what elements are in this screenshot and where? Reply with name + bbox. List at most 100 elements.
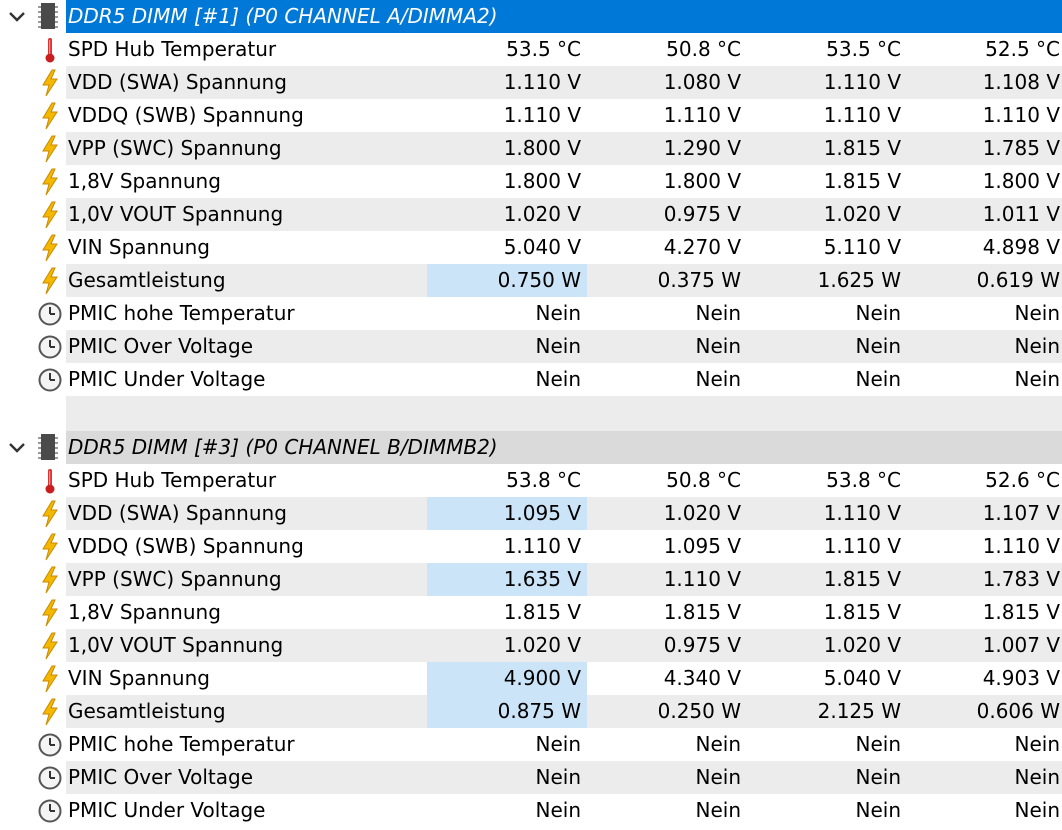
sensor-row[interactable]: PMIC Under Voltage Nein Nein Nein Nein [0,363,1062,396]
lightning-icon [37,267,63,295]
sensor-row[interactable]: VDD (SWA) Spannung 1.110 V 1.080 V 1.110 V 1… [0,66,1062,99]
value-min: 1.815 V [663,600,741,624]
sensor-row[interactable]: VDDQ (SWB) Spannung 1.110 V 1.110 V 1.110 V… [0,99,1062,132]
value-average: 1.785 V [982,136,1060,160]
value-min: 1.095 V [663,534,741,558]
sensor-row[interactable]: SPD Hub Temperatur 53.8 °C 50.8 °C 53.8 °C 5… [0,464,1062,497]
sensor-row[interactable]: 1,0V VOUT Spannung 1.020 V 0.975 V 1.020 V 1… [0,629,1062,662]
thermometer-icon [37,467,63,495]
value-current: 53.5 °C [506,37,581,61]
lightning-icon [37,135,63,163]
sensor-row[interactable]: Gesamtleistung 0.875 W 0.250 W 2.125 W 0.606… [0,695,1062,728]
value-min: 1.020 V [663,501,741,525]
group-separator [0,396,66,431]
lightning-icon [37,698,63,726]
sensor-row[interactable]: VPP (SWC) Spannung 1.635 V 1.110 V 1.815 V 1… [0,563,1062,596]
value-average: 0.619 W [976,268,1060,292]
sensor-label: VIN Spannung [68,666,210,690]
sensor-label: SPD Hub Temperatur [68,37,277,61]
value-average: Nein [1014,334,1061,358]
value-min: Nein [695,334,742,358]
sensor-row[interactable]: PMIC Over Voltage Nein Nein Nein Nein [0,330,1062,363]
sensor-row[interactable]: PMIC hohe Temperatur Nein Nein Nein Nein [0,297,1062,330]
value-min: 1.080 V [663,70,741,94]
group-header[interactable]: DDR5 DIMM [#3] (P0 CHANNEL B/DIMMB2) [0,431,1062,464]
value-min: 0.250 W [657,699,741,723]
sensor-row[interactable]: VPP (SWC) Spannung 1.800 V 1.290 V 1.815 V 1… [0,132,1062,165]
value-average: 1.110 V [982,103,1060,127]
value-current: 53.8 °C [506,468,581,492]
sensor-label: Gesamtleistung [68,699,226,723]
sensor-row[interactable]: VDD (SWA) Spannung 1.095 V 1.020 V 1.110 V 1… [0,497,1062,530]
value-current: Nein [535,732,582,756]
value-average: 0.606 W [976,699,1060,723]
value-current: 1.020 V [503,633,581,657]
thermometer-icon [37,36,63,64]
value-min: 4.340 V [663,666,741,690]
sensor-label: 1,0V VOUT Spannung [68,202,284,226]
value-min: 0.975 V [663,202,741,226]
value-max: 1.110 V [823,534,901,558]
value-max: 5.040 V [823,666,901,690]
value-current: 1.110 V [503,534,581,558]
sensor-label: 1,8V Spannung [68,600,221,624]
value-max: Nein [855,301,902,325]
value-max: 1.815 V [823,136,901,160]
value-current: Nein [535,367,582,391]
chevron-down-icon[interactable] [6,5,28,27]
value-min: Nein [695,798,742,822]
value-max: 53.5 °C [826,37,901,61]
clock-icon [37,333,63,361]
clock-icon [37,731,63,759]
sensor-row[interactable]: VIN Spannung 5.040 V 4.270 V 5.110 V 4.898 V [0,231,1062,264]
sensor-row[interactable]: SPD Hub Temperatur 53.5 °C 50.8 °C 53.5 °C 5… [0,33,1062,66]
value-average: 52.5 °C [985,37,1060,61]
sensor-row[interactable]: PMIC Over Voltage Nein Nein Nein Nein [0,761,1062,794]
value-min: 1.110 V [663,567,741,591]
value-current: 1.110 V [503,70,581,94]
sensor-row[interactable]: PMIC Under Voltage Nein Nein Nein Nein [0,794,1062,827]
sensor-row[interactable]: 1,8V Spannung 1.800 V 1.800 V 1.815 V 1.800 … [0,165,1062,198]
value-max: 1.020 V [823,633,901,657]
group-header[interactable]: DDR5 DIMM [#1] (P0 CHANNEL A/DIMMA2) [0,0,1062,33]
sensor-row[interactable]: VDDQ (SWB) Spannung 1.110 V 1.095 V 1.110 V… [0,530,1062,563]
value-max: Nein [855,765,902,789]
value-min: 0.975 V [663,633,741,657]
sensor-label: PMIC Over Voltage [68,765,254,789]
value-max: Nein [855,334,902,358]
sensor-row[interactable]: 1,0V VOUT Spannung 1.020 V 0.975 V 1.020 V 1… [0,198,1062,231]
group-title: DDR5 DIMM [#1] (P0 CHANNEL A/DIMMA2) [66,0,1062,33]
sensor-label: PMIC hohe Temperatur [68,301,295,325]
value-average: 1.108 V [982,70,1060,94]
sensor-row[interactable]: Gesamtleistung 0.750 W 0.375 W 1.625 W 0.619… [0,264,1062,297]
sensor-row[interactable]: 1,8V Spannung 1.815 V 1.815 V 1.815 V 1.815 … [0,596,1062,629]
value-average: Nein [1014,732,1061,756]
value-max: 1.110 V [823,70,901,94]
value-min: 1.110 V [663,103,741,127]
value-average: 1.783 V [982,567,1060,591]
lightning-icon [37,500,63,528]
lightning-icon [37,533,63,561]
value-max: Nein [855,367,902,391]
clock-icon [37,300,63,328]
sensor-row[interactable]: VIN Spannung 4.900 V 4.340 V 5.040 V 4.903 V [0,662,1062,695]
clock-icon [37,366,63,394]
value-current: 1.095 V [427,497,587,530]
value-max: 53.8 °C [826,468,901,492]
sensor-label: PMIC Under Voltage [68,798,266,822]
value-min: 50.8 °C [666,468,741,492]
value-min: 1.290 V [663,136,741,160]
value-min: Nein [695,732,742,756]
sensor-label: PMIC Under Voltage [68,367,266,391]
value-average: 4.898 V [982,235,1060,259]
value-min: 1.800 V [663,169,741,193]
value-min: 50.8 °C [666,37,741,61]
value-max: 1.020 V [823,202,901,226]
value-max: 2.125 W [817,699,901,723]
value-average: Nein [1014,798,1061,822]
value-max: 1.815 V [823,567,901,591]
value-max: Nein [855,732,902,756]
chevron-down-icon[interactable] [6,436,28,458]
sensor-row[interactable]: PMIC hohe Temperatur Nein Nein Nein Nein [0,728,1062,761]
value-min: Nein [695,367,742,391]
